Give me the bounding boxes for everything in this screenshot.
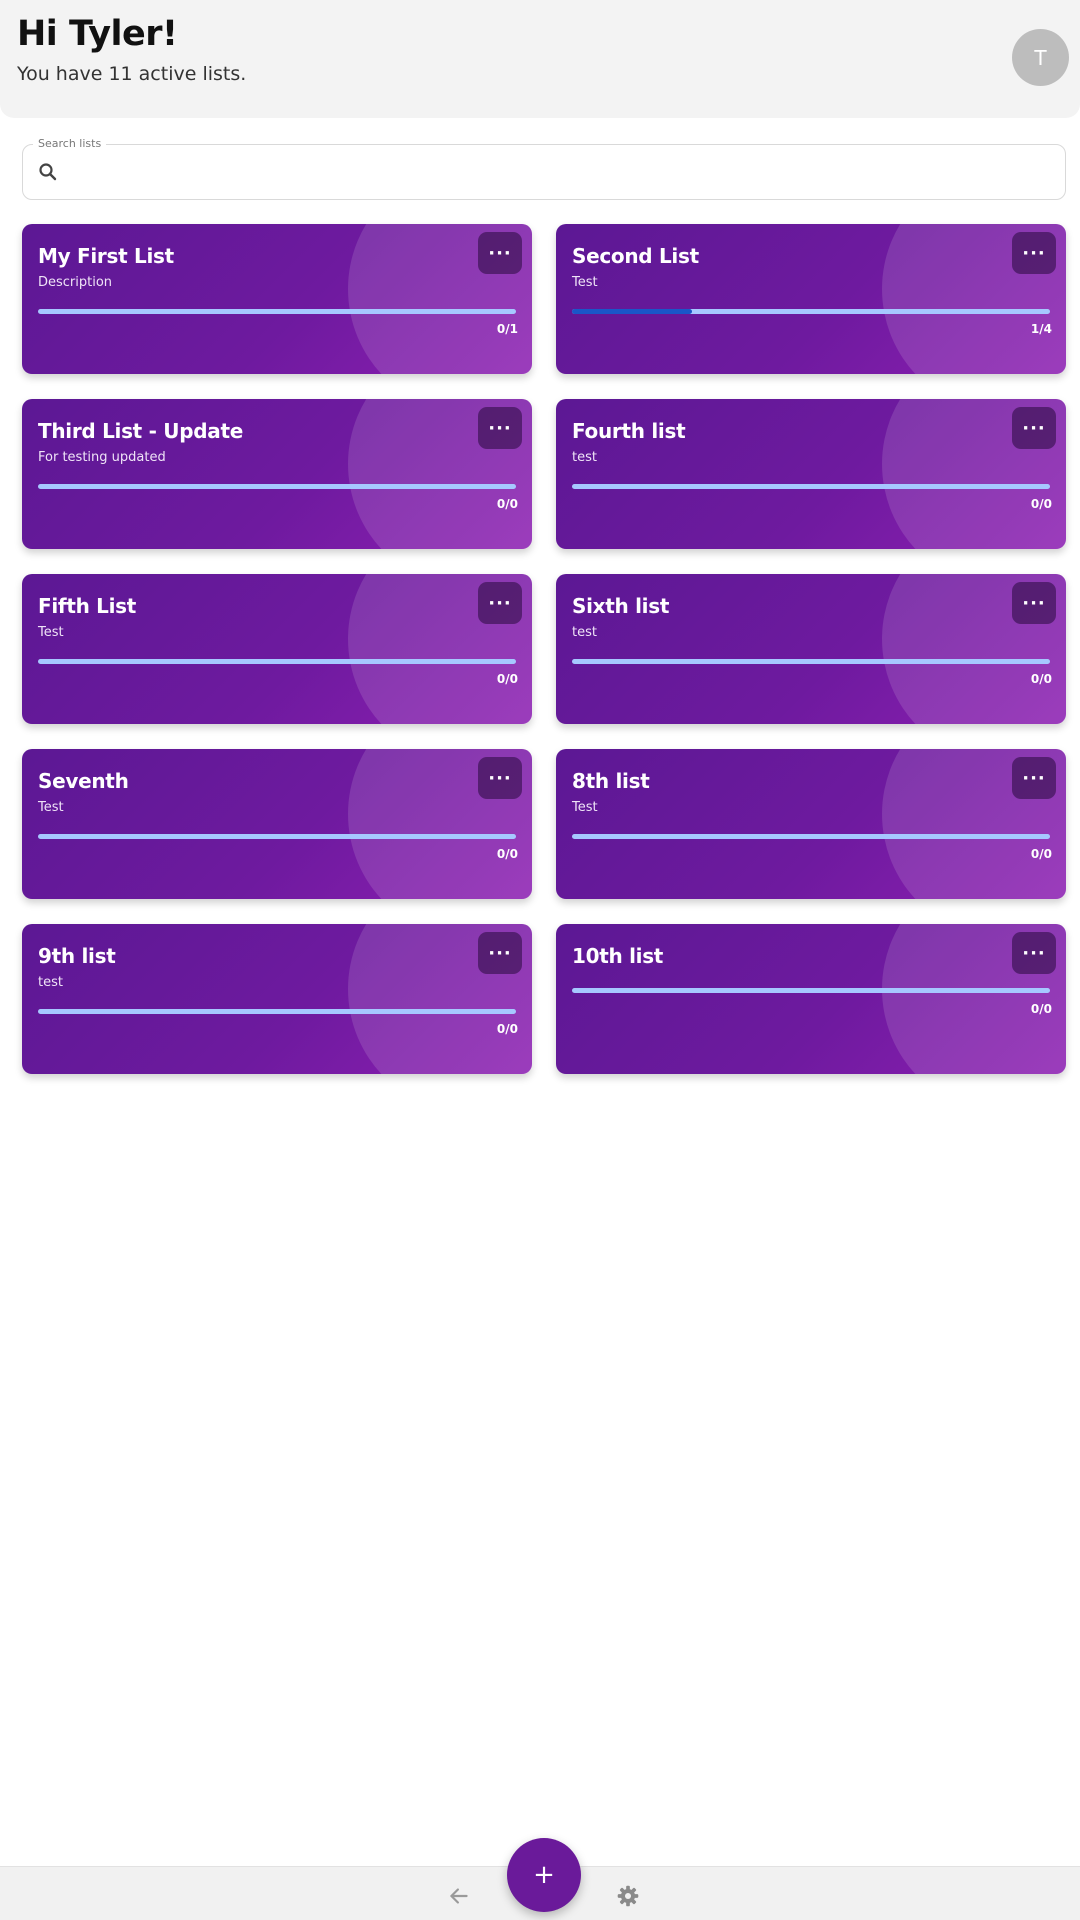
list-grid: My First List Description ··· 0/1 Second Lis… bbox=[22, 224, 1066, 1074]
item-count: 0/0 bbox=[496, 1022, 518, 1036]
list-title: My First List bbox=[38, 244, 174, 268]
list-title: Fourth list bbox=[572, 419, 686, 443]
progress-fill bbox=[572, 309, 692, 314]
item-count: 0/0 bbox=[496, 847, 518, 861]
list-description: test bbox=[572, 450, 597, 465]
list-card[interactable]: Fifth List Test ··· 0/0 bbox=[22, 574, 532, 724]
list-menu-button[interactable]: ··· bbox=[1012, 932, 1056, 974]
item-count: 1/4 bbox=[1030, 322, 1052, 336]
list-card[interactable]: Fourth list test ··· 0/0 bbox=[556, 399, 1066, 549]
list-description: test bbox=[38, 975, 63, 990]
progress-bar bbox=[572, 988, 1050, 993]
list-description: test bbox=[572, 625, 597, 640]
list-menu-button[interactable]: ··· bbox=[478, 232, 522, 274]
list-title: Fifth List bbox=[38, 594, 137, 618]
add-list-button[interactable]: + bbox=[507, 1838, 581, 1912]
search-field[interactable]: Search lists bbox=[22, 137, 1066, 200]
search-icon bbox=[39, 163, 57, 181]
progress-bar bbox=[38, 1009, 516, 1014]
list-menu-button[interactable]: ··· bbox=[478, 932, 522, 974]
progress-bar bbox=[38, 834, 516, 839]
greeting: Hi Tyler! bbox=[17, 14, 178, 54]
list-menu-button[interactable]: ··· bbox=[1012, 757, 1056, 799]
progress-bar bbox=[38, 484, 516, 489]
avatar[interactable]: T bbox=[1012, 29, 1069, 86]
list-card[interactable]: Seventh Test ··· 0/0 bbox=[22, 749, 532, 899]
list-title: 8th list bbox=[572, 769, 650, 793]
arrow-left-icon[interactable] bbox=[446, 1883, 472, 1909]
search-input[interactable] bbox=[71, 145, 1051, 199]
list-card[interactable]: 8th list Test ··· 0/0 bbox=[556, 749, 1066, 899]
list-card[interactable]: 10th list ··· 0/0 bbox=[556, 924, 1066, 1074]
list-card[interactable]: Third List - Update For testing updated ··… bbox=[22, 399, 532, 549]
list-description: Test bbox=[572, 800, 598, 815]
list-description: For testing updated bbox=[38, 450, 166, 465]
item-count: 0/0 bbox=[1030, 672, 1052, 686]
progress-bar bbox=[572, 309, 1050, 314]
list-menu-button[interactable]: ··· bbox=[1012, 407, 1056, 449]
list-description: Test bbox=[38, 800, 64, 815]
list-card[interactable]: Second List Test ··· 1/4 bbox=[556, 224, 1066, 374]
progress-bar bbox=[38, 309, 516, 314]
list-title: Sixth list bbox=[572, 594, 670, 618]
home-screen: Hi Tyler! You have 11 active lists. T Se… bbox=[0, 0, 1080, 1920]
gear-icon[interactable] bbox=[615, 1883, 641, 1909]
progress-bar bbox=[572, 659, 1050, 664]
list-menu-button[interactable]: ··· bbox=[1012, 232, 1056, 274]
list-card[interactable]: Sixth list test ··· 0/0 bbox=[556, 574, 1066, 724]
list-title: 10th list bbox=[572, 944, 664, 968]
active-lists-summary: You have 11 active lists. bbox=[17, 63, 247, 85]
progress-bar bbox=[572, 834, 1050, 839]
list-menu-button[interactable]: ··· bbox=[1012, 582, 1056, 624]
list-title: 9th list bbox=[38, 944, 116, 968]
progress-bar bbox=[572, 484, 1050, 489]
list-card[interactable]: My First List Description ··· 0/1 bbox=[22, 224, 532, 374]
list-title: Second List bbox=[572, 244, 699, 268]
header: Hi Tyler! You have 11 active lists. T bbox=[0, 0, 1080, 118]
list-description: Description bbox=[38, 275, 113, 290]
progress-bar bbox=[38, 659, 516, 664]
item-count: 0/0 bbox=[496, 497, 518, 511]
item-count: 0/0 bbox=[1030, 497, 1052, 511]
list-menu-button[interactable]: ··· bbox=[478, 757, 522, 799]
list-description: Test bbox=[38, 625, 64, 640]
list-menu-button[interactable]: ··· bbox=[478, 407, 522, 449]
list-menu-button[interactable]: ··· bbox=[478, 582, 522, 624]
item-count: 0/0 bbox=[496, 672, 518, 686]
list-title: Third List - Update bbox=[38, 419, 243, 443]
list-title: Seventh bbox=[38, 769, 129, 793]
item-count: 0/1 bbox=[496, 322, 518, 336]
list-card[interactable]: 9th list test ··· 0/0 bbox=[22, 924, 532, 1074]
item-count: 0/0 bbox=[1030, 847, 1052, 861]
item-count: 0/0 bbox=[1030, 1002, 1052, 1016]
list-description: Test bbox=[572, 275, 598, 290]
